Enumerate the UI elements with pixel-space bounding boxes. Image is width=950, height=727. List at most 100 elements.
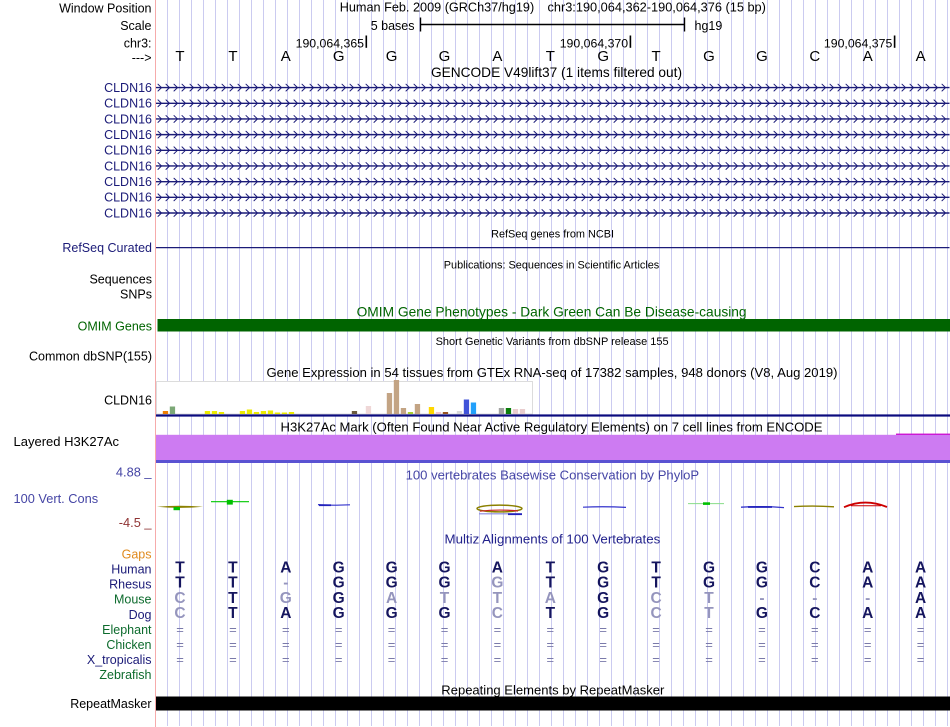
svg-text:CLDN16: CLDN16 bbox=[104, 175, 152, 189]
svg-text:=: = bbox=[652, 652, 660, 667]
svg-text:OMIM Genes: OMIM Genes bbox=[78, 320, 152, 334]
svg-text:A: A bbox=[916, 48, 926, 65]
svg-text:=: = bbox=[229, 622, 237, 637]
svg-text:CLDN16: CLDN16 bbox=[104, 112, 152, 126]
svg-text:=: = bbox=[652, 622, 660, 637]
svg-text:Elephant: Elephant bbox=[102, 623, 152, 637]
svg-text:=: = bbox=[599, 637, 607, 652]
svg-text:=: = bbox=[811, 652, 819, 667]
svg-text:100 vertebrates Basewise Conse: 100 vertebrates Basewise Conservation by… bbox=[406, 468, 700, 483]
svg-text:A: A bbox=[281, 48, 291, 65]
svg-text:4.88 _: 4.88 _ bbox=[116, 465, 152, 480]
svg-text:=: = bbox=[917, 637, 925, 652]
svg-text:=: = bbox=[547, 637, 555, 652]
svg-text:=: = bbox=[388, 622, 396, 637]
svg-text:=: = bbox=[176, 622, 184, 637]
svg-text:T: T bbox=[704, 605, 714, 622]
svg-text:GENCODE V49lift37 (1 items fil: GENCODE V49lift37 (1 items filtered out) bbox=[431, 65, 682, 80]
svg-text:190,064,365: 190,064,365 bbox=[296, 37, 365, 51]
svg-text:Rhesus: Rhesus bbox=[109, 578, 151, 592]
svg-text:Window Position: Window Position bbox=[59, 2, 151, 16]
svg-text:190,064,375: 190,064,375 bbox=[824, 37, 893, 51]
svg-text:=: = bbox=[758, 622, 766, 637]
svg-text:RepeatMasker: RepeatMasker bbox=[70, 697, 151, 711]
svg-text:=: = bbox=[547, 652, 555, 667]
svg-text:CLDN16: CLDN16 bbox=[104, 394, 152, 408]
svg-text:A: A bbox=[915, 605, 926, 622]
svg-text:=: = bbox=[652, 637, 660, 652]
svg-text:=: = bbox=[441, 622, 449, 637]
svg-text:C: C bbox=[174, 605, 185, 622]
svg-text:Dog: Dog bbox=[129, 608, 152, 622]
svg-text:G: G bbox=[597, 48, 609, 65]
svg-text:CLDN16: CLDN16 bbox=[104, 206, 152, 220]
svg-text:G: G bbox=[333, 48, 345, 65]
svg-text:=: = bbox=[705, 637, 713, 652]
svg-text:SNPs: SNPs bbox=[120, 288, 152, 302]
svg-text:Short Genetic Variants from db: Short Genetic Variants from dbSNP releas… bbox=[436, 336, 669, 348]
svg-text:Human Feb. 2009 (GRCh37/hg19): Human Feb. 2009 (GRCh37/hg19) bbox=[340, 1, 535, 15]
svg-text:G: G bbox=[333, 605, 345, 622]
svg-text:RefSeq genes from NCBI: RefSeq genes from NCBI bbox=[491, 229, 614, 241]
svg-text:=: = bbox=[917, 622, 925, 637]
svg-text:=: = bbox=[229, 652, 237, 667]
svg-text:=: = bbox=[494, 637, 502, 652]
svg-text:=: = bbox=[441, 637, 449, 652]
svg-text:Repeating Elements by RepeatMa: Repeating Elements by RepeatMasker bbox=[441, 683, 665, 698]
svg-text:Sequences: Sequences bbox=[89, 273, 152, 287]
svg-text:C: C bbox=[809, 605, 820, 622]
svg-text:H3K27Ac Mark (Often Found Near: H3K27Ac Mark (Often Found Near Active Re… bbox=[281, 419, 823, 434]
svg-text:C: C bbox=[492, 605, 503, 622]
svg-text:CLDN16: CLDN16 bbox=[104, 191, 152, 205]
svg-text:=: = bbox=[758, 652, 766, 667]
svg-text:=: = bbox=[811, 637, 819, 652]
svg-text:Chicken: Chicken bbox=[106, 638, 151, 652]
svg-text:chr3:: chr3: bbox=[124, 37, 152, 51]
svg-text:=: = bbox=[599, 622, 607, 637]
svg-text:=: = bbox=[864, 637, 872, 652]
svg-text:G: G bbox=[439, 48, 451, 65]
svg-text:CLDN16: CLDN16 bbox=[104, 97, 152, 111]
svg-text:CLDN16: CLDN16 bbox=[104, 159, 152, 173]
svg-text:=: = bbox=[494, 652, 502, 667]
svg-text:A: A bbox=[492, 48, 502, 65]
svg-text:=: = bbox=[282, 622, 290, 637]
svg-text:CLDN16: CLDN16 bbox=[104, 128, 152, 142]
svg-text:RefSeq Curated: RefSeq Curated bbox=[62, 241, 152, 255]
svg-text:A: A bbox=[862, 605, 873, 622]
svg-text:T: T bbox=[175, 48, 184, 65]
svg-text:Gene Expression in 54 tissues: Gene Expression in 54 tissues from GTEx … bbox=[267, 365, 838, 380]
svg-text:hg19: hg19 bbox=[695, 19, 723, 33]
svg-text:G: G bbox=[756, 48, 768, 65]
svg-text:=: = bbox=[335, 652, 343, 667]
svg-text:Zebrafish: Zebrafish bbox=[99, 668, 151, 682]
svg-text:=: = bbox=[864, 652, 872, 667]
svg-text:=: = bbox=[705, 622, 713, 637]
svg-text:=: = bbox=[917, 652, 925, 667]
svg-text:C: C bbox=[809, 48, 820, 65]
svg-text:Gaps: Gaps bbox=[122, 547, 152, 561]
svg-text:5 bases: 5 bases bbox=[371, 19, 415, 33]
svg-text:G: G bbox=[756, 605, 768, 622]
svg-text:=: = bbox=[705, 652, 713, 667]
svg-text:chr3:190,064,362-190,064,376 (: chr3:190,064,362-190,064,376 (15 bp) bbox=[548, 0, 766, 15]
svg-text:A: A bbox=[863, 48, 873, 65]
svg-text:Mouse: Mouse bbox=[114, 593, 152, 607]
svg-text:T: T bbox=[228, 605, 238, 622]
svg-text:=: = bbox=[176, 637, 184, 652]
svg-text:--->: ---> bbox=[132, 51, 152, 65]
svg-text:T: T bbox=[546, 605, 556, 622]
svg-text:=: = bbox=[335, 622, 343, 637]
svg-text:G: G bbox=[438, 605, 450, 622]
svg-text:Layered H3K27Ac: Layered H3K27Ac bbox=[14, 434, 120, 449]
svg-text:G: G bbox=[386, 48, 398, 65]
svg-text:X_tropicalis: X_tropicalis bbox=[87, 653, 152, 667]
svg-text:190,064,370: 190,064,370 bbox=[560, 37, 629, 51]
svg-text:T: T bbox=[228, 48, 237, 65]
svg-text:CLDN16: CLDN16 bbox=[104, 144, 152, 158]
svg-text:=: = bbox=[335, 637, 343, 652]
svg-text:G: G bbox=[597, 605, 609, 622]
svg-text:T: T bbox=[652, 48, 661, 65]
svg-text:=: = bbox=[176, 652, 184, 667]
svg-text:=: = bbox=[282, 652, 290, 667]
